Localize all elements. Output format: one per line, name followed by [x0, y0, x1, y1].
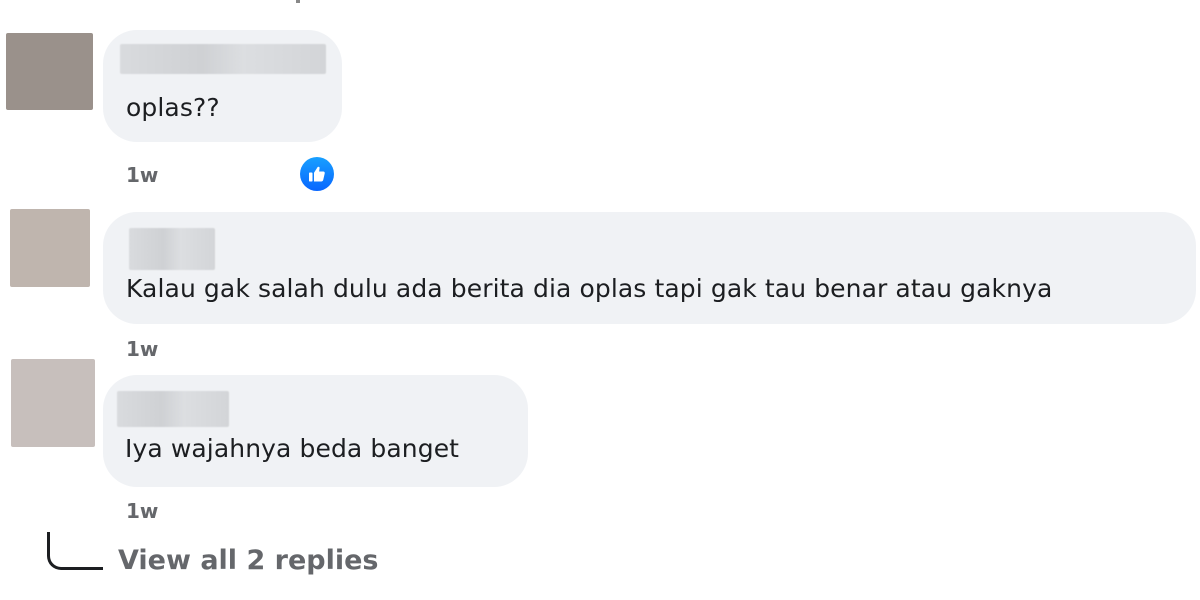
comment-timestamp[interactable]: 1w — [126, 337, 158, 361]
comment-bubble: Iya wajahnya beda banget — [103, 375, 528, 487]
comment-text: Kalau gak salah dulu ada berita dia opla… — [126, 274, 1053, 303]
view-replies-link[interactable]: View all 2 replies — [118, 545, 379, 576]
reply-thread-connector — [47, 532, 103, 570]
comment-text: Iya wajahnya beda banget — [125, 434, 460, 463]
author-name-redacted[interactable] — [117, 391, 229, 427]
comment-bubble: Kalau gak salah dulu ada berita dia opla… — [103, 212, 1196, 324]
comment-bubble: oplas?? — [103, 30, 342, 142]
author-name-redacted[interactable] — [120, 44, 326, 74]
comment-text: oplas?? — [126, 93, 220, 122]
author-name-redacted[interactable] — [129, 228, 215, 270]
like-icon — [300, 157, 334, 191]
separator-dot — [296, 0, 300, 3]
comment-timestamp[interactable]: 1w — [126, 499, 158, 523]
comment-timestamp[interactable]: 1w — [126, 163, 158, 187]
avatar[interactable] — [6, 33, 93, 110]
reaction-badge[interactable] — [298, 155, 336, 193]
avatar[interactable] — [10, 209, 90, 287]
avatar[interactable] — [11, 359, 95, 447]
